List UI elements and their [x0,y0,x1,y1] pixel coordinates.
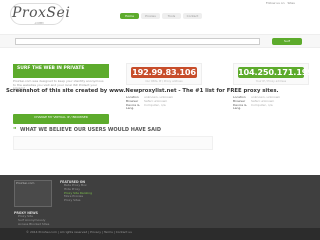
real-ip-details: Location unknown, unknown Browser Safari u… [126,95,173,111]
top-links: Follow us on Sites [264,1,295,5]
sites-link[interactable]: Sites [288,1,295,5]
proxy-ip-card: 104.250.171.199 Your IP / Proxy address [233,63,313,85]
detail-value: Computer, n/a [251,102,273,107]
copyright-text: © 2014 ProxSei.com | All rights reserved… [26,230,132,234]
nav-contact[interactable]: Contact [183,13,202,19]
footer-thumbnail-label: ProxSei.com [16,181,35,185]
footer-link[interactable]: Proxy Sites [64,198,92,203]
real-ip-value: 192.99.83.106 [131,67,197,78]
real-ip-card: 192.99.83.106 Our REAL IP / Proxy addres… [126,63,202,85]
follow-label[interactable]: Follow us on [266,1,285,5]
site-logo[interactable]: ProxSei [12,5,70,21]
proxy-ip-caption: Your IP / Proxy address [255,79,287,83]
nav-tools[interactable]: Tools [162,13,181,19]
privacy-banner: SURF THE WEB IN PRIVATE [13,64,109,78]
news-list: Proxy Site Surf Anonymously Access Block… [18,214,49,227]
nav-home[interactable]: Home [120,13,139,19]
screenshot-notice: Screenshot of this site created by www.N… [6,88,279,94]
main-nav: Home Proxies Tools Contact [120,13,202,19]
featured-list: Beta Proxy Box Hide Proxy Proxy Site Ran… [64,183,92,203]
comments-box [13,136,213,150]
url-input[interactable] [15,38,260,45]
quote-icon: " [13,126,17,134]
testimonials-header: " WHAT WE BELIEVE OUR USERS WOULD HAVE S… [13,126,308,134]
detail-key: Device & Lang. [126,102,140,111]
surf-button[interactable]: Surf [272,38,302,45]
proxy-ip-details: Location unknown, unknown Browser Safari u… [233,95,280,111]
real-ip-caption: Our REAL IP / Proxy address [145,79,183,83]
proxy-ip-value: 104.250.171.199 [238,67,313,78]
change-ip-button[interactable]: CHANGE MY VIRTUAL IP / BROWSER [13,114,109,124]
logo-suffix: .com [34,20,44,25]
nav-proxies[interactable]: Proxies [141,13,160,19]
footer-link[interactable]: Access Blocked Sites [18,222,49,227]
section-title: WHAT WE BELIEVE OUR USERS WOULD HAVE SAI… [20,127,162,133]
detail-value: Computer, n/a [144,102,166,107]
detail-key: Device & Lang. [233,102,247,111]
